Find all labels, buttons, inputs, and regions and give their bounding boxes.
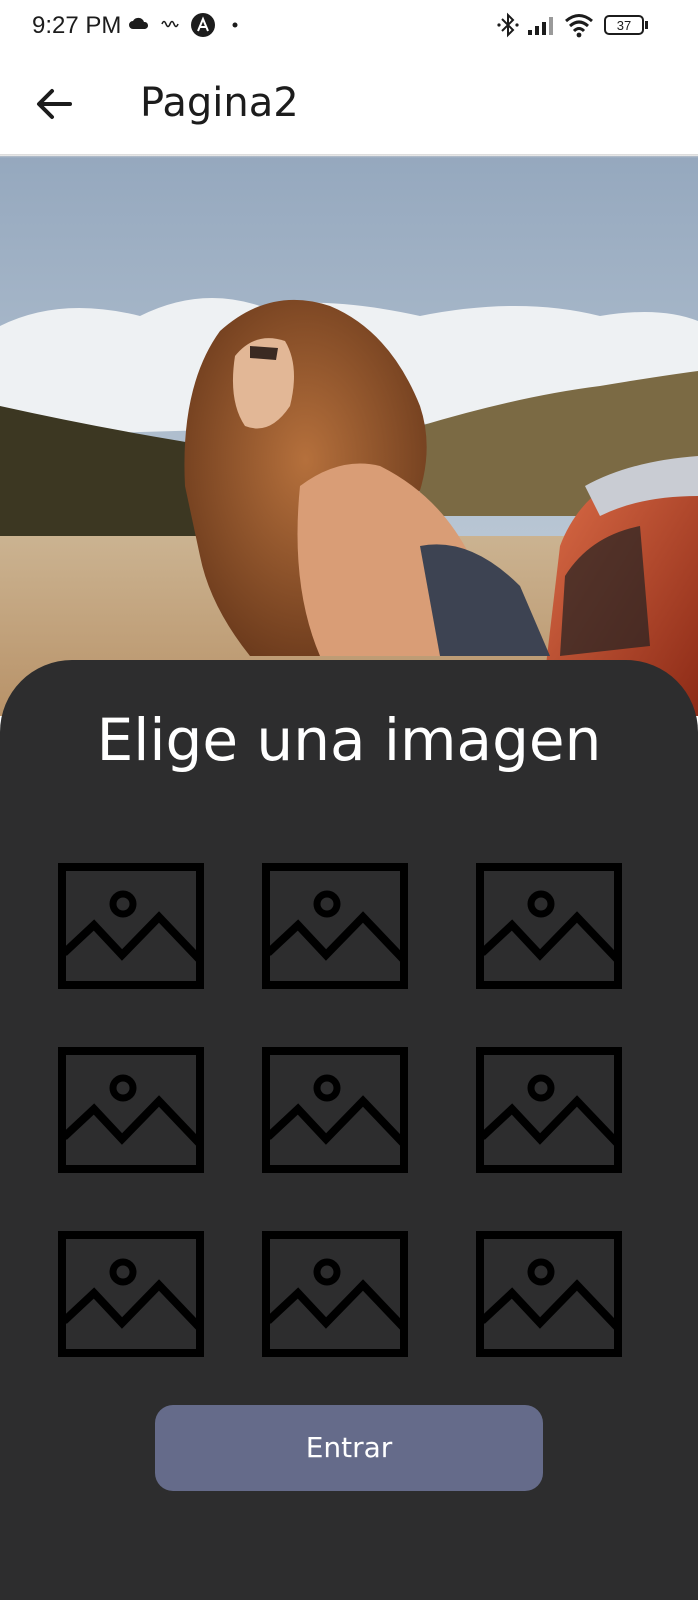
image-placeholder-icon xyxy=(58,1231,204,1357)
wifi-icon xyxy=(565,14,593,38)
status-bar: 9:27 PM 37 xyxy=(0,0,698,52)
image-placeholder-icon xyxy=(476,1231,622,1357)
image-option[interactable] xyxy=(58,1231,204,1357)
hero-photo xyxy=(0,156,698,716)
app-a-icon xyxy=(191,13,215,37)
image-picker-panel: Elige una imagen Entrar xyxy=(0,660,698,1600)
image-option[interactable] xyxy=(476,863,622,989)
image-option[interactable] xyxy=(58,1047,204,1173)
image-placeholder-icon xyxy=(58,1047,204,1173)
page-title: Pagina2 xyxy=(140,80,299,126)
panel-title: Elige una imagen xyxy=(96,706,602,774)
battery-icon: 37 xyxy=(604,15,648,35)
image-option[interactable] xyxy=(476,1231,622,1357)
cloud-icon xyxy=(129,17,149,29)
signal-waves-icon xyxy=(161,20,179,28)
image-placeholder-icon xyxy=(476,1047,622,1173)
image-option[interactable] xyxy=(262,1231,408,1357)
image-placeholder-icon xyxy=(262,863,408,989)
app-bar-shadow xyxy=(0,154,698,158)
enter-button[interactable]: Entrar xyxy=(155,1405,543,1491)
image-placeholder-icon xyxy=(58,863,204,989)
image-placeholder-icon xyxy=(476,863,622,989)
image-placeholder-icon xyxy=(262,1231,408,1357)
bluetooth-icon xyxy=(497,12,519,38)
cellular-signal-icon xyxy=(528,17,553,35)
battery-level: 37 xyxy=(617,18,631,33)
dot-icon xyxy=(232,22,238,28)
arrow-left-icon[interactable] xyxy=(30,80,78,128)
image-option[interactable] xyxy=(262,863,408,989)
image-option[interactable] xyxy=(476,1047,622,1173)
image-option[interactable] xyxy=(262,1047,408,1173)
image-option[interactable] xyxy=(58,863,204,989)
status-time: 9:27 PM xyxy=(32,12,122,39)
app-bar: Pagina2 xyxy=(0,52,698,156)
image-placeholder-icon xyxy=(262,1047,408,1173)
